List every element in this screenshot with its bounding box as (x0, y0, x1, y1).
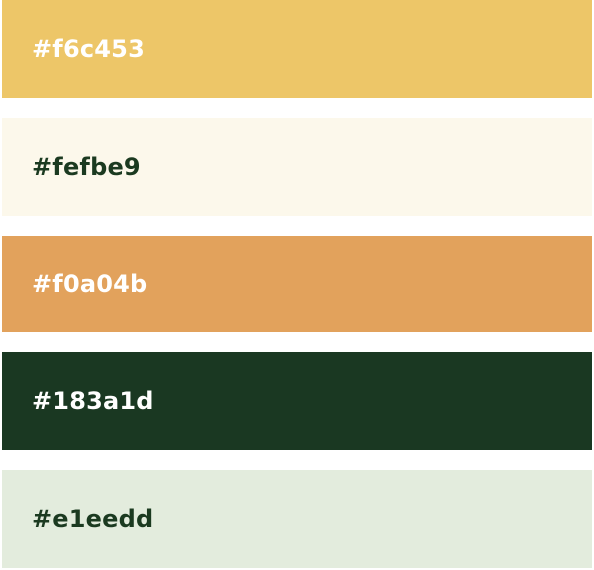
swatch-label: #fefbe9 (32, 153, 141, 181)
swatch-label: #f6c453 (32, 35, 145, 63)
swatch-4: #183a1d (2, 352, 592, 450)
swatch-label: #f0a04b (32, 270, 148, 298)
swatch-2: #fefbe9 (2, 118, 592, 216)
color-palette: #f6c453 #fefbe9 #f0a04b #183a1d #e1eedd (0, 0, 594, 570)
swatch-1: #f6c453 (2, 0, 592, 98)
swatch-label: #e1eedd (32, 505, 154, 533)
swatch-3: #f0a04b (2, 236, 592, 332)
swatch-5: #e1eedd (2, 470, 592, 568)
swatch-label: #183a1d (32, 387, 154, 415)
